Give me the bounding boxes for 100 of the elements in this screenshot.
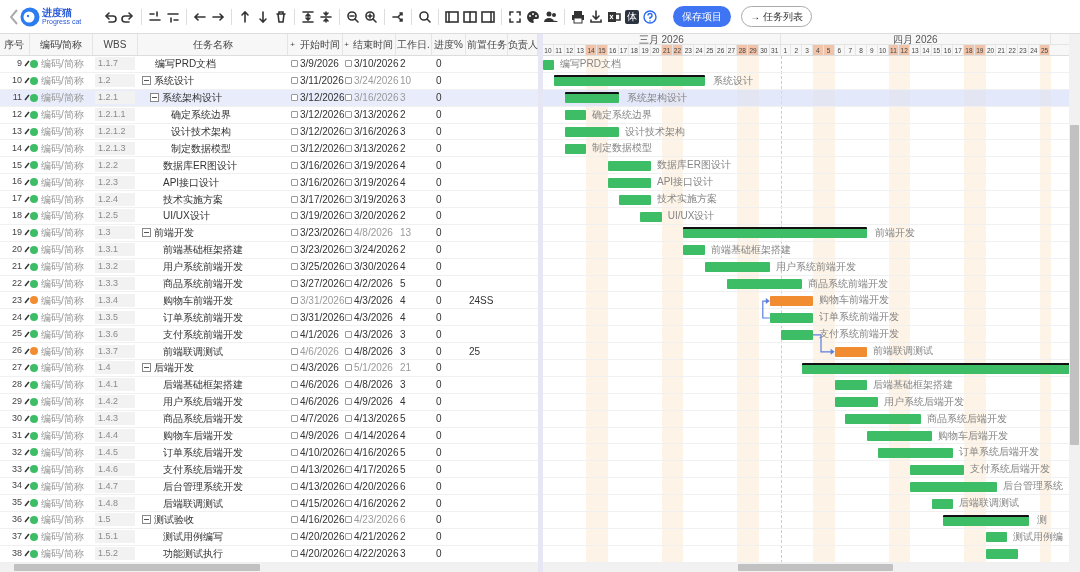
pencil-icon[interactable] (24, 229, 30, 237)
table-row[interactable]: 18 编码/简称 1.2.5 UI/UX设计 3/19/2026 3/20/20262 0 (0, 208, 538, 225)
summary-bar[interactable] (942, 514, 1029, 526)
pencil-icon[interactable] (24, 111, 30, 119)
table-row[interactable]: 14 编码/简称 1.2.1.3 制定数据模型 3/12/2026 3/13/20262 0 (0, 140, 538, 158)
layout-icon[interactable] (481, 9, 496, 24)
pencil-icon[interactable] (24, 330, 30, 338)
date-checkbox[interactable] (345, 499, 352, 507)
layout-icon[interactable] (463, 9, 478, 24)
pencil-icon[interactable] (24, 161, 30, 169)
table-row[interactable]: 29 编码/简称 1.4.2 用户系统后端开发 4/6/2026 4/9/2026 4 0 (0, 393, 538, 411)
table-row[interactable]: 36 编码/简称 1.5 测试验收 4/16/2026 4/23/20266 0 (0, 512, 538, 529)
task-bar[interactable] (618, 194, 651, 205)
back-icon[interactable] (10, 8, 18, 25)
collapse-icon[interactable] (142, 76, 151, 86)
task-bar[interactable] (845, 414, 921, 425)
table-row[interactable]: 15 编码/简称 1.2.2 数据库ER图设计 3/16/2026 3/19/20264 0 (0, 157, 538, 175)
date-checkbox[interactable] (291, 246, 298, 254)
layout-icon[interactable] (445, 9, 460, 24)
date-checkbox[interactable] (345, 465, 352, 473)
pencil-icon[interactable] (24, 178, 30, 186)
date-checkbox[interactable] (291, 533, 298, 541)
pencil-icon[interactable] (24, 144, 30, 152)
pencil-icon[interactable] (24, 280, 30, 287)
task-bar[interactable] (834, 397, 878, 408)
pencil-icon[interactable] (24, 347, 30, 355)
pencil-icon[interactable] (24, 381, 30, 389)
table-row[interactable]: 26 编码/简称 1.3.7 前端联调测试 4/6/2026 4/8/2026 3 0 25 (0, 343, 538, 361)
table-row[interactable]: 37 编码/简称 1.5.1 测试用例编写 4/20/2026 4/21/20262 0 (0, 528, 538, 546)
pencil-icon[interactable] (24, 550, 30, 558)
zoom-in-icon[interactable] (364, 9, 379, 24)
task-bar[interactable] (769, 295, 813, 306)
date-checkbox[interactable] (345, 364, 352, 372)
collapse-icon[interactable] (142, 228, 151, 238)
date-checkbox[interactable] (291, 364, 298, 372)
date-checkbox[interactable] (291, 432, 298, 440)
summary-bar[interactable] (553, 75, 705, 87)
users-icon[interactable] (544, 9, 559, 24)
date-checkbox[interactable] (345, 398, 352, 406)
table-row[interactable]: 24 编码/简称 1.3.5 订单系统前端开发 3/31/2026 4/3/2026 4 0 (0, 309, 538, 327)
date-checkbox[interactable] (291, 161, 298, 169)
table-row[interactable]: 34 编码/简称 1.4.7 后台管理系统开发 4/13/2026 4/20/20266 0 (0, 478, 538, 496)
date-checkbox[interactable] (345, 212, 352, 220)
task-bar[interactable] (640, 211, 662, 222)
pencil-icon[interactable] (24, 246, 30, 254)
date-checkbox[interactable] (291, 550, 298, 558)
collapse-icon[interactable] (319, 9, 334, 24)
table-row[interactable]: 27 编码/简称 1.4 后端开发 4/3/2026 5/1/2026 21 0 (0, 360, 538, 377)
task-bar[interactable] (867, 431, 932, 442)
pencil-icon[interactable] (24, 60, 30, 68)
table-row[interactable]: 12 编码/简称 1.2.1.1 确定系统边界 3/12/2026 3/13/20262 0 (0, 106, 538, 124)
date-checkbox[interactable] (345, 246, 352, 254)
scrollbar[interactable] (0, 563, 538, 572)
date-checkbox[interactable] (291, 128, 298, 135)
task-bar[interactable] (683, 245, 705, 256)
table-row[interactable]: 23 编码/简称 1.3.4 购物车前端开发 3/31/2026 4/3/2026 4 0 24SS (0, 292, 538, 310)
date-checkbox[interactable] (291, 381, 298, 389)
task-bar[interactable] (543, 59, 554, 70)
pencil-icon[interactable] (24, 499, 30, 507)
date-checkbox[interactable] (291, 415, 298, 423)
date-checkbox[interactable] (291, 280, 298, 287)
expand-icon[interactable] (301, 9, 316, 24)
date-checkbox[interactable] (291, 195, 298, 203)
table-row[interactable]: 13 编码/简称 1.2.1.2 设计技术架构 3/12/2026 3/16/20263 0 (0, 123, 538, 141)
help-icon[interactable] (643, 9, 658, 24)
table-row[interactable]: 35 编码/简称 1.4.8 后端联调测试 4/15/2026 4/16/20262 0 (0, 495, 538, 513)
scrollbar[interactable] (1069, 34, 1080, 572)
task-bar[interactable] (985, 532, 1008, 543)
date-checkbox[interactable] (291, 516, 298, 524)
date-checkbox[interactable] (291, 60, 298, 68)
table-row[interactable]: 38 编码/简称 1.5.2 功能测试执行 4/20/2026 4/22/20263 0 (0, 545, 538, 563)
task-bar[interactable] (931, 498, 954, 509)
palette-icon[interactable] (526, 9, 541, 24)
date-checkbox[interactable] (345, 144, 352, 152)
date-checkbox[interactable] (345, 533, 352, 541)
task-bar[interactable] (769, 312, 813, 323)
date-checkbox[interactable] (345, 280, 352, 287)
pencil-icon[interactable] (24, 533, 30, 541)
pencil-icon[interactable] (24, 398, 30, 406)
collapse-icon[interactable] (150, 93, 159, 103)
add-column-button[interactable]: + (344, 38, 349, 51)
pencil-icon[interactable] (24, 128, 30, 135)
date-checkbox[interactable] (291, 77, 298, 85)
date-checkbox[interactable] (345, 195, 352, 203)
printer-icon[interactable] (571, 9, 586, 24)
date-checkbox[interactable] (291, 178, 298, 186)
pencil-icon[interactable] (24, 195, 30, 203)
date-checkbox[interactable] (345, 330, 352, 338)
pencil-icon[interactable] (24, 263, 30, 271)
date-checkbox[interactable] (345, 347, 352, 355)
collapse-icon[interactable] (142, 515, 151, 525)
date-checkbox[interactable] (345, 111, 352, 119)
task-bar[interactable] (607, 160, 651, 171)
table-row[interactable]: 10 编码/简称 1.2 系统设计 3/11/2026 3/24/202610 0 (0, 72, 538, 90)
date-checkbox[interactable] (291, 398, 298, 406)
add-column-button[interactable]: + (290, 38, 295, 51)
pencil-icon[interactable] (24, 296, 30, 304)
indent-icon[interactable] (148, 9, 163, 24)
table-row[interactable]: 21 编码/简称 1.3.2 用户系统前端开发 3/25/2026 3/30/20264 0 (0, 258, 538, 276)
task-bar[interactable] (607, 177, 651, 188)
